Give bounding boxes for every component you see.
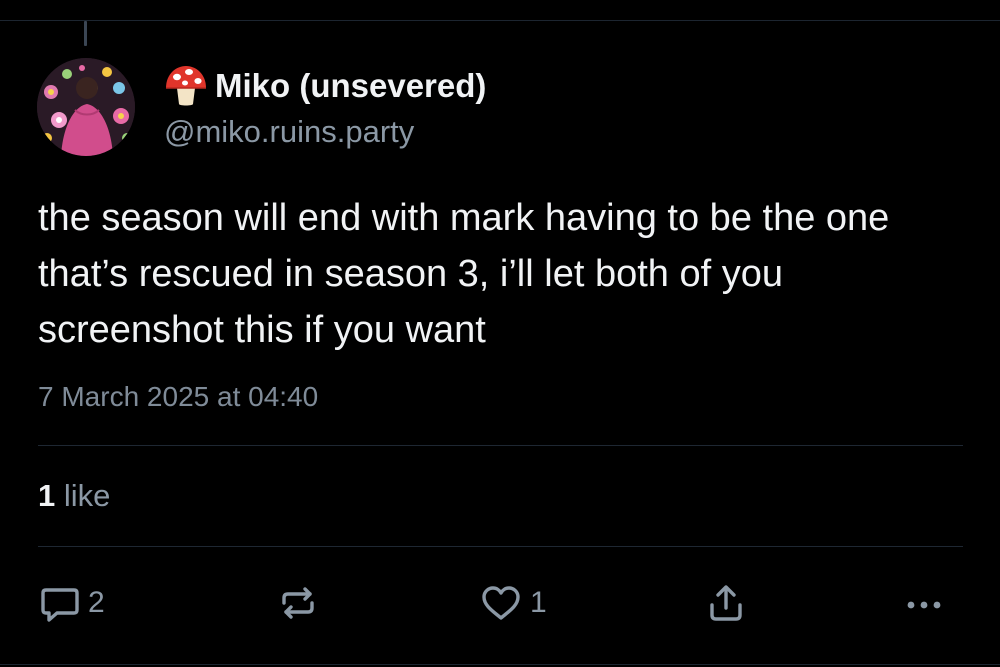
repost-icon xyxy=(276,581,320,625)
avatar[interactable] xyxy=(37,58,135,156)
post-timestamp: 7 March 2025 at 04:40 xyxy=(38,381,319,412)
likes-summary-label: like xyxy=(63,478,111,513)
heart-icon xyxy=(478,581,524,625)
like-count: 1 xyxy=(530,586,547,619)
likes-summary-count: 1 xyxy=(38,478,56,513)
divider xyxy=(38,546,963,547)
share-button[interactable] xyxy=(704,578,748,628)
more-icon xyxy=(902,581,946,625)
more-options-button[interactable] xyxy=(902,578,946,628)
author-display-name[interactable]: Miko (unsevered) xyxy=(163,64,486,108)
mushroom-icon xyxy=(163,64,209,108)
thread-connector-line xyxy=(84,21,87,46)
display-name-text: Miko (unsevered) xyxy=(215,67,487,104)
post-text: the season will end with mark having to … xyxy=(38,197,890,351)
reply-count: 2 xyxy=(88,586,105,619)
likes-summary[interactable]: 1 like xyxy=(38,478,110,514)
bottom-divider xyxy=(0,664,1000,665)
divider xyxy=(38,445,963,446)
reply-icon xyxy=(38,581,82,625)
author-handle[interactable]: @miko.ruins.party xyxy=(164,114,414,150)
repost-button[interactable] xyxy=(276,578,320,628)
reply-button[interactable]: 2 xyxy=(38,578,105,628)
like-button[interactable]: 1 xyxy=(478,578,547,628)
share-icon xyxy=(704,581,748,625)
top-divider xyxy=(0,20,1000,21)
